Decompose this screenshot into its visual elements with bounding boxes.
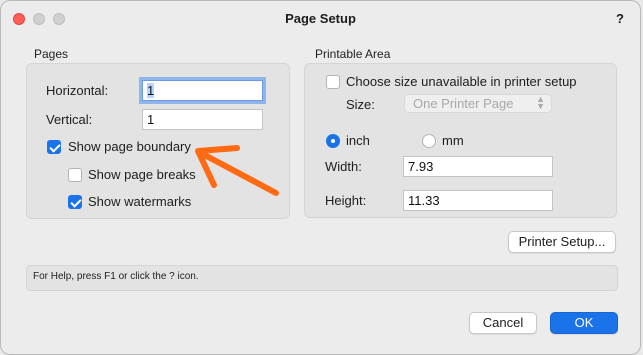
show-page-breaks-checkbox[interactable] xyxy=(68,168,82,182)
show-page-boundary-checkbox[interactable] xyxy=(47,140,61,154)
width-label: Width: xyxy=(325,159,362,174)
horizontal-input[interactable]: 1 xyxy=(139,77,266,104)
unit-mm-radio[interactable] xyxy=(422,134,436,148)
help-button[interactable]: ? xyxy=(616,11,624,26)
pages-group: Horizontal: 1 Vertical: 1 Show page boun… xyxy=(26,63,290,219)
show-page-breaks-label: Show page breaks xyxy=(88,167,196,182)
width-input[interactable]: 7.93 xyxy=(403,156,553,177)
unit-inch-radio[interactable] xyxy=(326,134,340,148)
choose-size-checkbox[interactable] xyxy=(326,75,340,89)
printable-area-section-label: Printable Area xyxy=(315,47,391,61)
horizontal-label: Horizontal: xyxy=(46,83,109,98)
chevron-up-down-icon: ▲ ▼ xyxy=(536,94,545,111)
ok-button[interactable]: OK xyxy=(550,312,618,334)
pages-section-label: Pages xyxy=(34,47,69,61)
size-popup[interactable]: One Printer Page ▲ ▼ xyxy=(404,94,552,113)
window-title: Page Setup xyxy=(285,11,356,26)
choose-size-label: Choose size unavailable in printer setup xyxy=(346,74,577,89)
height-input[interactable]: 11.33 xyxy=(403,190,553,211)
printable-area-group: Choose size unavailable in printer setup… xyxy=(304,63,617,218)
show-watermarks-checkbox[interactable] xyxy=(68,195,82,209)
show-watermarks-label: Show watermarks xyxy=(88,194,192,209)
show-page-boundary-label: Show page boundary xyxy=(68,139,191,154)
unit-inch-label: inch xyxy=(346,133,370,148)
size-popup-value: One Printer Page xyxy=(413,96,514,111)
help-text: For Help, press F1 or click the ? icon. xyxy=(33,271,199,282)
unit-mm-label: mm xyxy=(442,133,464,148)
vertical-label: Vertical: xyxy=(46,112,93,127)
title-bar: Page Setup ? xyxy=(1,1,640,37)
printer-setup-button[interactable]: Printer Setup... xyxy=(508,231,616,253)
help-status-bar: For Help, press F1 or click the ? icon. xyxy=(26,265,618,291)
vertical-input[interactable]: 1 xyxy=(142,109,263,130)
page-setup-dialog: Page Setup ? Pages Horizontal: 1 Vertica… xyxy=(0,0,641,355)
horizontal-value: 1 xyxy=(147,83,155,98)
height-label: Height: xyxy=(325,193,367,208)
size-label: Size: xyxy=(346,97,375,112)
cancel-button[interactable]: Cancel xyxy=(469,312,537,334)
